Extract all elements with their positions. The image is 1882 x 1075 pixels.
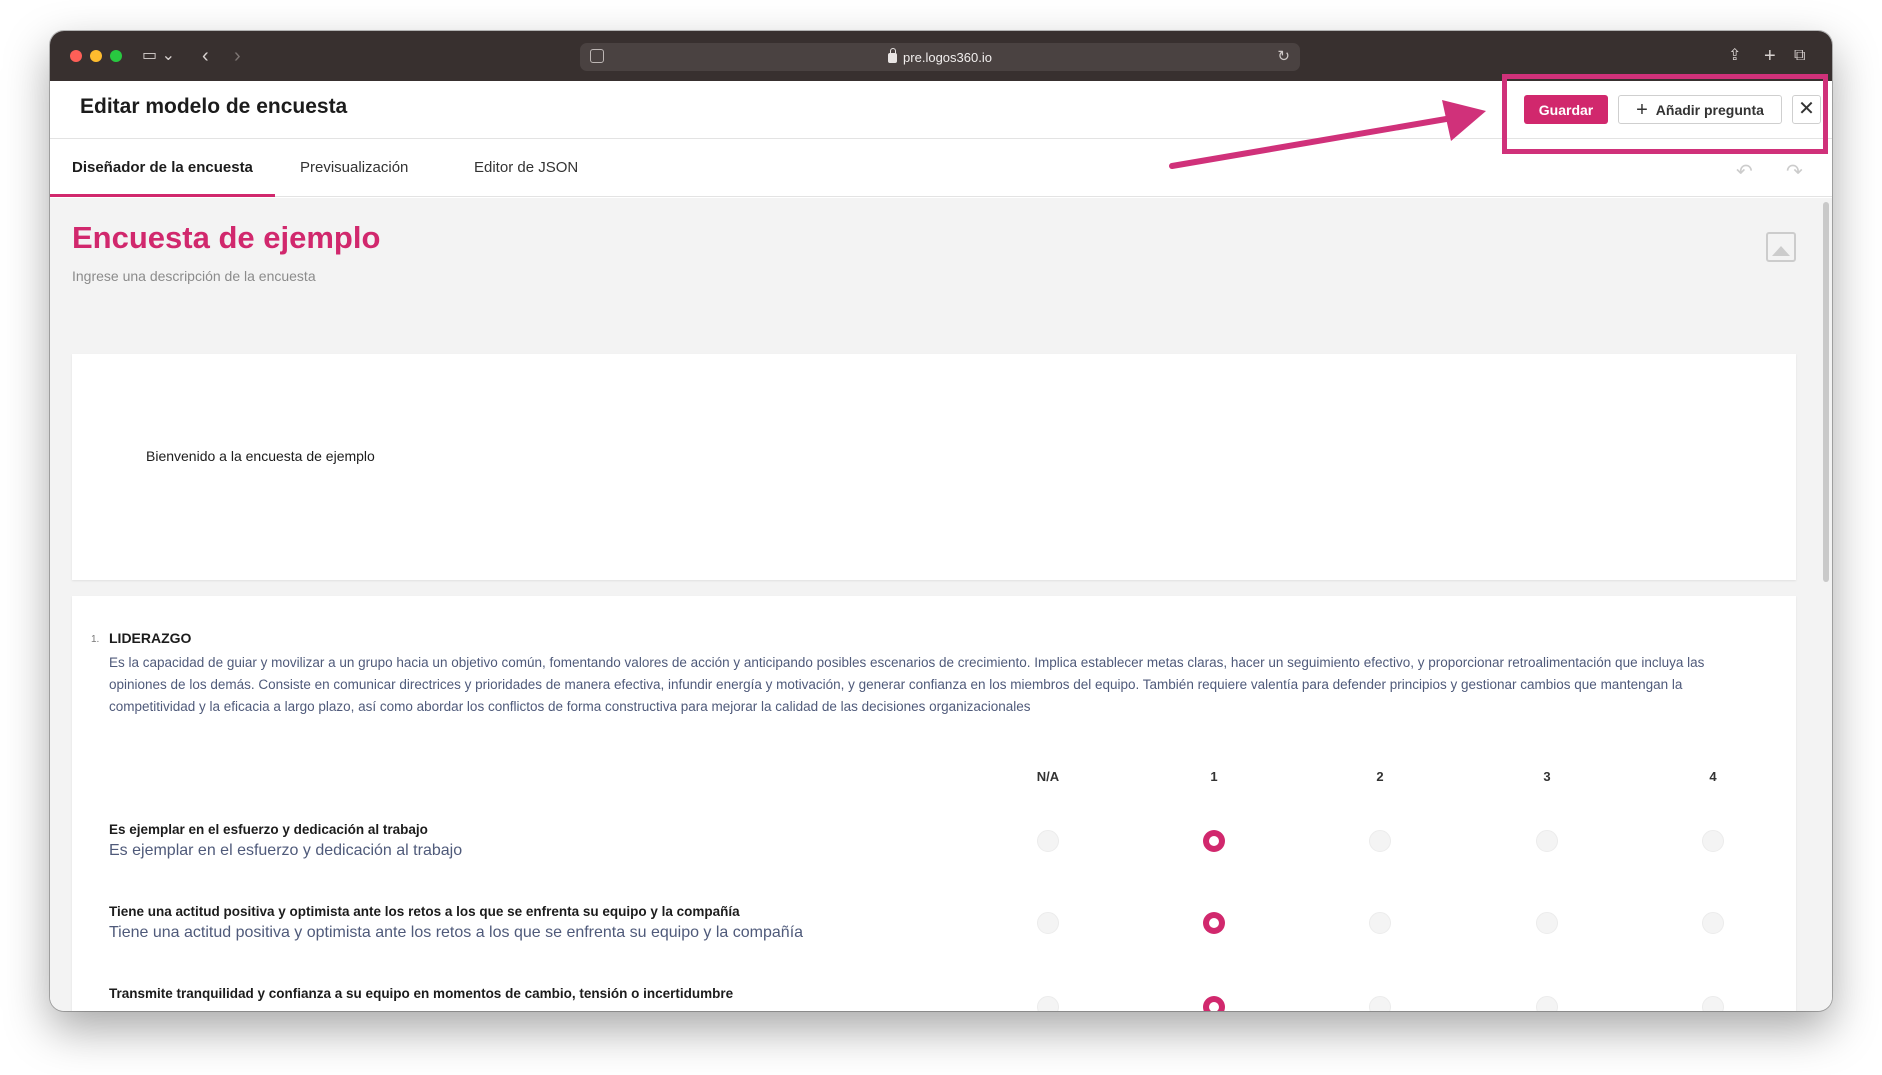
app-header: Editar modelo de encuesta Guardar + Añad… bbox=[50, 81, 1832, 139]
designer-tabs: Diseñador de la encuesta Previsualizació… bbox=[50, 139, 1832, 197]
question-panel[interactable]: 1. LIDERAZGO Es la capacidad de guiar y … bbox=[72, 596, 1796, 1011]
radio-row3-2[interactable] bbox=[1369, 996, 1391, 1011]
radio-row3-1[interactable] bbox=[1203, 996, 1225, 1011]
matrix-row-label: Transmite tranquilidad y confianza a su … bbox=[109, 986, 734, 1001]
add-question-button[interactable]: + Añadir pregunta bbox=[1618, 95, 1782, 124]
tab-survey-designer[interactable]: Diseñador de la encuesta bbox=[50, 139, 275, 197]
question-title[interactable]: LIDERAZGO bbox=[109, 630, 191, 646]
browser-window: ▭ ⌄ ‹ › pre.logos360.io ↻ ⇪ + ⧉ Editar m… bbox=[50, 31, 1832, 1011]
undo-icon[interactable]: ↶ bbox=[1736, 159, 1753, 184]
share-icon[interactable]: ⇪ bbox=[1728, 44, 1741, 68]
reload-icon[interactable]: ↻ bbox=[1277, 47, 1290, 65]
column-header-2: 2 bbox=[1376, 769, 1384, 784]
welcome-text: Bienvenido a la encuesta de ejemplo bbox=[146, 448, 375, 464]
column-header-1: 1 bbox=[1210, 769, 1218, 784]
welcome-panel[interactable]: Bienvenido a la encuesta de ejemplo bbox=[72, 354, 1796, 580]
save-button[interactable]: Guardar bbox=[1524, 95, 1608, 124]
tabs-overview-icon[interactable]: ⧉ bbox=[1794, 44, 1805, 68]
window-controls bbox=[70, 50, 122, 62]
matrix-row-label: Es ejemplar en el esfuerzo y dedicación … bbox=[109, 822, 428, 837]
survey-description-placeholder[interactable]: Ingrese una descripción de la encuesta bbox=[72, 268, 316, 284]
radio-row1-2[interactable] bbox=[1369, 830, 1391, 852]
page-title: Editar modelo de encuesta bbox=[80, 95, 348, 118]
column-header-4: 4 bbox=[1709, 769, 1717, 784]
chevron-right-icon[interactable]: › bbox=[234, 44, 241, 68]
close-editor-button[interactable]: ✕ bbox=[1792, 95, 1821, 124]
minimize-window-button[interactable] bbox=[90, 50, 102, 62]
sidebar-icon[interactable]: ▭ ⌄ bbox=[142, 44, 175, 68]
radio-row2-na[interactable] bbox=[1037, 912, 1059, 934]
browser-toolbar: ▭ ⌄ ‹ › pre.logos360.io ↻ ⇪ + ⧉ bbox=[50, 31, 1832, 81]
radio-row1-na[interactable] bbox=[1037, 830, 1059, 852]
matrix-row-sublabel: Es ejemplar en el esfuerzo y dedicación … bbox=[109, 842, 463, 859]
radio-row2-1[interactable] bbox=[1203, 912, 1225, 934]
radio-row2-3[interactable] bbox=[1536, 912, 1558, 934]
radio-row1-3[interactable] bbox=[1536, 830, 1558, 852]
close-window-button[interactable] bbox=[70, 50, 82, 62]
matrix-row-sublabel: Tiene una actitud positiva y optimista a… bbox=[109, 924, 804, 941]
question-description[interactable]: Es la capacidad de guiar y movilizar a u… bbox=[109, 652, 1749, 718]
lock-icon bbox=[888, 48, 898, 63]
maximize-window-button[interactable] bbox=[110, 50, 122, 62]
tab-json-editor[interactable]: Editor de JSON bbox=[452, 139, 600, 197]
radio-row2-4[interactable] bbox=[1702, 912, 1724, 934]
radio-row3-3[interactable] bbox=[1536, 996, 1558, 1011]
address-bar[interactable]: pre.logos360.io ↻ bbox=[580, 43, 1300, 71]
image-placeholder-icon[interactable] bbox=[1766, 232, 1796, 262]
add-question-label: Añadir pregunta bbox=[1655, 101, 1764, 118]
radio-row3-4[interactable] bbox=[1702, 996, 1724, 1011]
column-header-3: 3 bbox=[1543, 769, 1551, 784]
radio-row3-na[interactable] bbox=[1037, 996, 1059, 1011]
question-number: 1. bbox=[91, 634, 100, 645]
redo-icon[interactable]: ↷ bbox=[1786, 159, 1803, 184]
site-settings-icon[interactable] bbox=[590, 49, 604, 63]
radio-row2-2[interactable] bbox=[1369, 912, 1391, 934]
canvas-scrollbar[interactable] bbox=[1823, 202, 1829, 582]
column-header-na: N/A bbox=[1036, 769, 1060, 784]
survey-title[interactable]: Encuesta de ejemplo bbox=[72, 220, 380, 256]
matrix-row-label: Tiene una actitud positiva y optimista a… bbox=[109, 904, 740, 919]
radio-row1-1[interactable] bbox=[1203, 830, 1225, 852]
url-text: pre.logos360.io bbox=[903, 49, 992, 65]
new-tab-icon[interactable]: + bbox=[1764, 44, 1776, 68]
plus-icon: + bbox=[1636, 98, 1648, 121]
radio-row1-4[interactable] bbox=[1702, 830, 1724, 852]
chevron-left-icon[interactable]: ‹ bbox=[202, 44, 209, 68]
tab-preview[interactable]: Previsualización bbox=[278, 139, 430, 197]
survey-canvas[interactable]: Encuesta de ejemplo Ingrese una descripc… bbox=[50, 198, 1832, 1011]
